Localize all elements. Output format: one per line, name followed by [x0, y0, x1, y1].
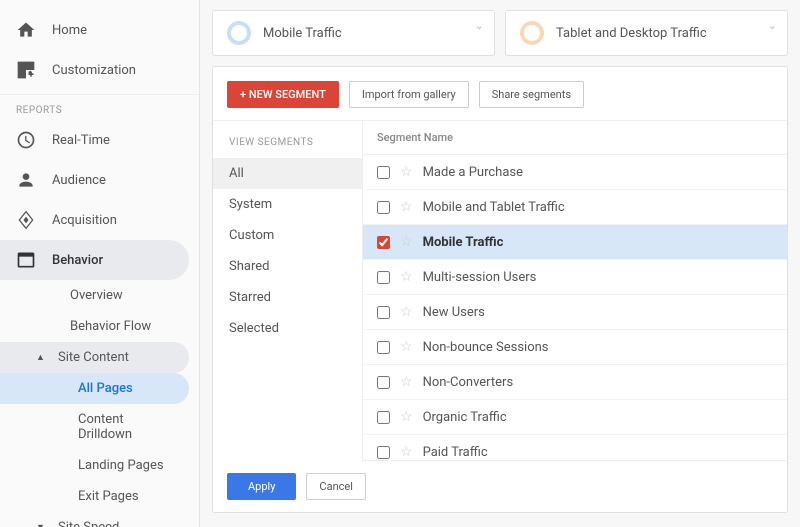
segment-row[interactable]: ☆ Mobile Traffic — [363, 225, 787, 260]
segment-row-label: New Users — [423, 305, 773, 320]
segment-row-label: Mobile Traffic — [423, 235, 773, 250]
star-icon[interactable]: ☆ — [400, 269, 413, 285]
cancel-button[interactable]: Cancel — [306, 473, 365, 500]
sidebar: Home Customization REPORTS Real-Time Aud… — [0, 0, 200, 527]
nav-acquisition[interactable]: Acquisition — [0, 200, 199, 240]
chevron-down-icon: ⌄ — [475, 19, 484, 32]
segment-checkbox[interactable] — [377, 446, 390, 459]
new-segment-button[interactable]: + NEW SEGMENT — [227, 81, 339, 108]
subsub-content-drilldown[interactable]: Content Drilldown — [0, 404, 189, 450]
star-icon[interactable]: ☆ — [400, 339, 413, 355]
filter-item-system[interactable]: System — [213, 189, 362, 220]
donut-icon — [520, 21, 544, 45]
segment-row[interactable]: ☆ Non-Converters — [363, 365, 787, 400]
acquisition-icon — [16, 210, 36, 230]
segment-card-mobile[interactable]: Mobile Traffic ⌄ — [212, 10, 495, 56]
segment-body: VIEW SEGMENTS AllSystemCustomSharedStarr… — [213, 121, 787, 461]
segment-checkbox[interactable] — [377, 411, 390, 424]
segment-list: Segment Name ☆ Made a Purchase ☆ Mobile and… — [363, 121, 787, 461]
caret-down-icon: ▼ — [36, 522, 46, 527]
segment-card-label: Tablet and Desktop Traffic — [556, 26, 707, 41]
segment-checkbox[interactable] — [377, 306, 390, 319]
nav-realtime-label: Real-Time — [52, 133, 110, 148]
filter-item-all[interactable]: All — [213, 158, 362, 189]
nav-behavior[interactable]: Behavior — [0, 240, 189, 280]
segment-filters: VIEW SEGMENTS AllSystemCustomSharedStarr… — [213, 121, 363, 461]
subsub-landing-pages[interactable]: Landing Pages — [0, 450, 189, 481]
segment-checkbox[interactable] — [377, 376, 390, 389]
nav-customization-label: Customization — [52, 63, 136, 78]
star-icon[interactable]: ☆ — [400, 164, 413, 180]
star-icon[interactable]: ☆ — [400, 374, 413, 390]
segment-toolbar: + NEW SEGMENT Import from gallery Share … — [213, 67, 787, 121]
nav-acquisition-label: Acquisition — [52, 213, 117, 228]
nav-customization[interactable]: Customization — [0, 50, 199, 90]
home-icon — [16, 20, 36, 40]
nav-home-label: Home — [52, 23, 87, 38]
donut-icon — [227, 21, 251, 45]
import-button[interactable]: Import from gallery — [349, 81, 469, 108]
segment-row-label: Mobile and Tablet Traffic — [423, 200, 773, 215]
segment-card-label: Mobile Traffic — [263, 26, 342, 41]
segment-cards: Mobile Traffic ⌄ Tablet and Desktop Traf… — [212, 10, 788, 56]
segment-checkbox[interactable] — [377, 166, 390, 179]
segment-list-header: Segment Name — [363, 121, 787, 155]
apply-button[interactable]: Apply — [227, 473, 296, 500]
share-button[interactable]: Share segments — [479, 81, 584, 108]
sub-site-content[interactable]: ▲ Site Content — [0, 342, 189, 373]
filters-header: VIEW SEGMENTS — [213, 137, 362, 158]
star-icon[interactable]: ☆ — [400, 304, 413, 320]
segment-card-tablet-desktop[interactable]: Tablet and Desktop Traffic ⌄ — [505, 10, 788, 56]
segment-checkbox[interactable] — [377, 201, 390, 214]
customization-icon — [16, 60, 36, 80]
caret-up-icon: ▲ — [36, 352, 46, 363]
segment-row[interactable]: ☆ Multi-session Users — [363, 260, 787, 295]
segment-row[interactable]: ☆ Paid Traffic — [363, 435, 787, 461]
sub-overview[interactable]: Overview — [0, 280, 199, 311]
segment-row[interactable]: ☆ Made a Purchase — [363, 155, 787, 190]
filter-item-shared[interactable]: Shared — [213, 251, 362, 282]
sub-behavior-flow[interactable]: Behavior Flow — [0, 311, 199, 342]
segment-row-label: Paid Traffic — [423, 445, 773, 460]
sub-site-speed[interactable]: ▼ Site Speed — [0, 512, 189, 527]
segment-row[interactable]: ☆ New Users — [363, 295, 787, 330]
sub-site-speed-label: Site Speed — [58, 520, 119, 527]
sub-site-content-label: Site Content — [58, 350, 129, 365]
chevron-down-icon: ⌄ — [768, 19, 777, 32]
subsub-exit-pages[interactable]: Exit Pages — [0, 481, 189, 512]
segment-checkbox[interactable] — [377, 271, 390, 284]
filter-item-custom[interactable]: Custom — [213, 220, 362, 251]
nav-audience-label: Audience — [52, 173, 106, 188]
star-icon[interactable]: ☆ — [400, 409, 413, 425]
segment-checkbox[interactable] — [377, 236, 390, 249]
segment-row[interactable]: ☆ Non-bounce Sessions — [363, 330, 787, 365]
filter-item-starred[interactable]: Starred — [213, 282, 362, 313]
nav-home[interactable]: Home — [0, 10, 199, 50]
nav-behavior-label: Behavior — [52, 253, 103, 268]
segment-panel: + NEW SEGMENT Import from gallery Share … — [212, 66, 788, 513]
segment-checkbox[interactable] — [377, 341, 390, 354]
nav-audience[interactable]: Audience — [0, 160, 199, 200]
segment-row-label: Made a Purchase — [423, 165, 773, 180]
subsub-all-pages[interactable]: All Pages — [0, 373, 189, 404]
reports-header: REPORTS — [0, 94, 199, 120]
filter-item-selected[interactable]: Selected — [213, 313, 362, 344]
segment-footer: Apply Cancel — [213, 461, 787, 512]
segment-row-label: Organic Traffic — [423, 410, 773, 425]
star-icon[interactable]: ☆ — [400, 444, 413, 460]
clock-icon — [16, 130, 36, 150]
behavior-subitems: Overview Behavior Flow ▲ Site Content Al… — [0, 280, 199, 527]
star-icon[interactable]: ☆ — [400, 199, 413, 215]
segment-row[interactable]: ☆ Mobile and Tablet Traffic — [363, 190, 787, 225]
person-icon — [16, 170, 36, 190]
nav-realtime[interactable]: Real-Time — [0, 120, 199, 160]
segment-row-label: Non-Converters — [423, 375, 773, 390]
main-content: Mobile Traffic ⌄ Tablet and Desktop Traf… — [200, 0, 800, 527]
behavior-icon — [16, 250, 36, 270]
segment-row[interactable]: ☆ Organic Traffic — [363, 400, 787, 435]
segment-row-label: Multi-session Users — [423, 270, 773, 285]
star-icon[interactable]: ☆ — [400, 234, 413, 250]
segment-row-label: Non-bounce Sessions — [423, 340, 773, 355]
